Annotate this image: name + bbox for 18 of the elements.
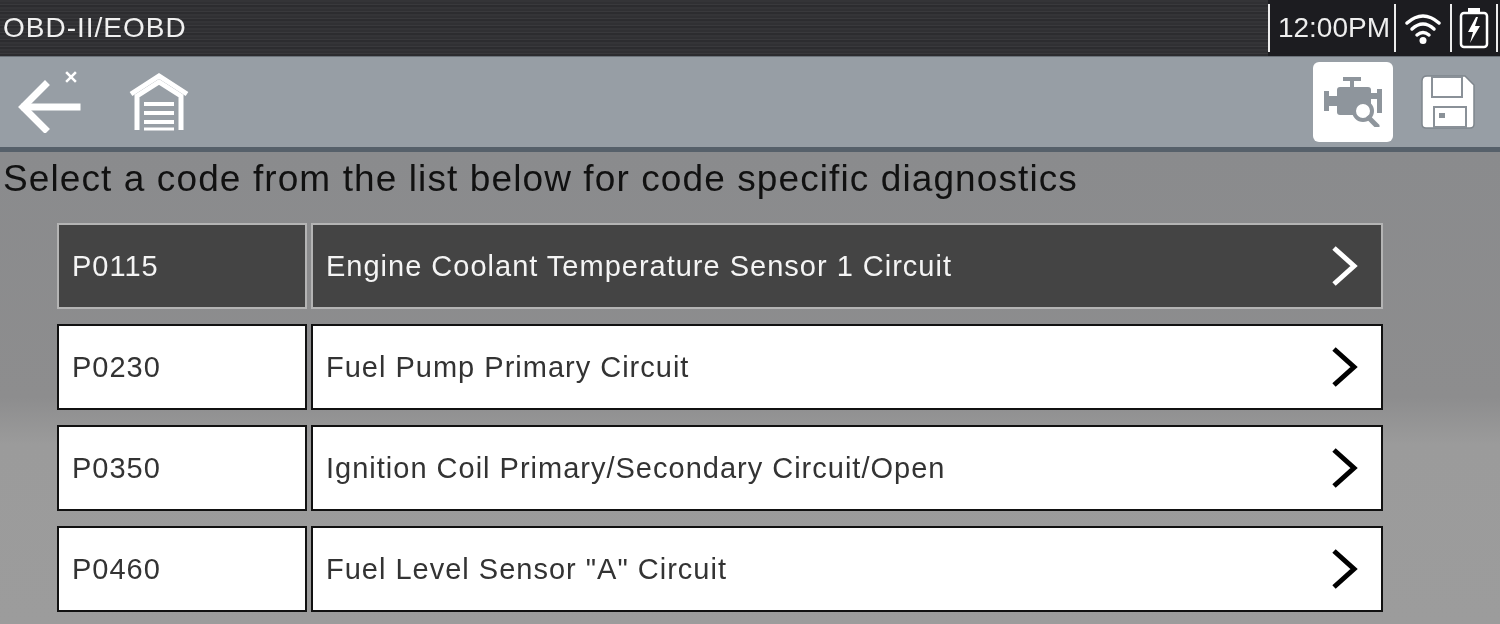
clock-time: 12:00PM <box>1276 12 1391 44</box>
screen-title: OBD-II/EOBD <box>2 12 187 44</box>
garage-button[interactable] <box>128 72 190 132</box>
instruction-text: Select a code from the list below for code specific diagnostics <box>2 157 1078 200</box>
code-description-item[interactable]: Fuel Level Sensor "A" Circuit <box>311 526 1383 612</box>
code-description-item[interactable]: Engine Coolant Temperature Sensor 1 Circuit <box>311 223 1383 309</box>
code-description-item[interactable]: Fuel Pump Primary Circuit <box>311 324 1383 410</box>
wifi-icon <box>1405 12 1441 44</box>
save-button[interactable] <box>1420 74 1476 130</box>
code-description-item[interactable]: Ignition Coil Primary/Secondary Circuit/Open <box>311 425 1383 511</box>
engine-search-icon <box>1323 77 1383 127</box>
code-cell[interactable]: P0350 <box>57 425 307 511</box>
code-cell[interactable]: P0115 <box>57 223 307 309</box>
engine-search-button[interactable] <box>1313 62 1393 142</box>
code-cell[interactable]: P0230 <box>57 324 307 410</box>
garage-icon <box>128 72 190 132</box>
charging-battery-icon <box>1459 7 1489 49</box>
code-cell[interactable]: P0460 <box>57 526 307 612</box>
